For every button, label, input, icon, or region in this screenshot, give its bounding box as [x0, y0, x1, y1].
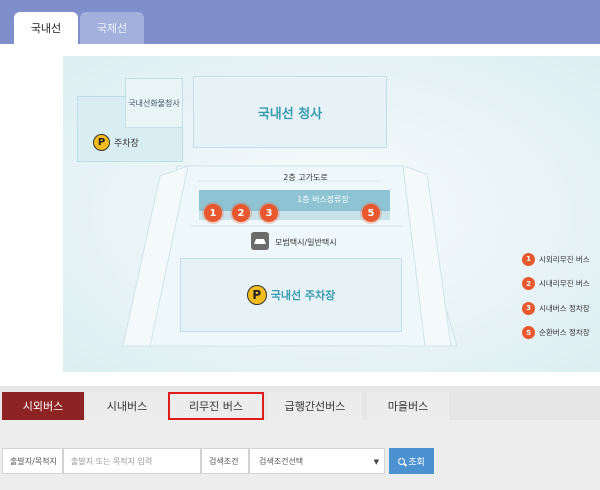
search-bar: 출발지/목적지 검색조건 검색조건선택 ▼ 조회: [0, 420, 600, 490]
bus-info-page: 국내선 국제선 국내선화물청사 국내선화물청사: [0, 0, 600, 490]
legend-item: 5 순환버스 정차장: [522, 326, 600, 339]
domestic-terminal-building: 국내선 청사: [193, 76, 387, 148]
small-parking-sign: P 주차장: [93, 134, 139, 151]
map-legend: 1 시외리무진 버스 2 시내리무진 버스 3 시내버스 정차장 5 순환버스 …: [522, 252, 600, 351]
tab-domestic[interactable]: 국내선: [14, 12, 78, 44]
search-button-label: 조회: [408, 457, 425, 468]
legend-marker: 5: [522, 326, 535, 339]
bus-stop-floor1-label: 1층 버스정류장: [297, 195, 349, 204]
tab-express-trunk-bus[interactable]: 급행간선버스: [268, 392, 362, 420]
overpass-label: 2층 고가도로: [283, 173, 328, 182]
legend-label: 순환버스 정차장: [539, 328, 590, 337]
legend-marker: 2: [522, 277, 535, 290]
terminal-map: 국내선화물청사 국내선화물청사 P 주차장 국내선 청사 2층 고가도로 1층 …: [63, 56, 600, 372]
terminal-tab-bar: 국내선 국제선: [0, 0, 600, 44]
legend-item: 2 시내리무진 버스: [522, 277, 600, 290]
taxi-label: 모범택시/일반택시: [275, 238, 337, 247]
tab-city-bus[interactable]: 시내버스: [86, 392, 168, 420]
legend-label: 시내버스 정차장: [539, 303, 590, 313]
route-field-label: 출발지/목적지: [2, 448, 63, 474]
tab-village-bus[interactable]: 마을버스: [367, 392, 449, 420]
domestic-terminal-label: 국내선 청사: [257, 106, 323, 122]
condition-field-label: 검색조건: [201, 448, 249, 474]
tab-limousine-bus[interactable]: 리무진 버스: [168, 392, 264, 420]
legend-marker: 3: [522, 301, 535, 315]
caret-down-icon: ▼: [373, 458, 379, 466]
search-icon: [398, 457, 406, 465]
condition-select[interactable]: 검색조건선택 ▼: [249, 448, 385, 474]
small-parking-label: 주차장: [114, 139, 139, 149]
bus-type-tabs: 시외버스 시내버스 리무진 버스 급행간선버스 마을버스: [0, 386, 600, 420]
stop-marker-5[interactable]: 5: [362, 204, 380, 222]
stop-marker-2[interactable]: 2: [232, 204, 250, 222]
parking-icon: P: [93, 134, 110, 151]
tab-intercity-bus[interactable]: 시외버스: [2, 392, 84, 420]
tab-international[interactable]: 국제선: [80, 12, 144, 44]
stop-marker-3[interactable]: 3: [260, 204, 278, 222]
stop-marker-1[interactable]: 1: [204, 204, 222, 222]
legend-item: 1 시외리무진 버스: [522, 252, 600, 266]
condition-select-value: 검색조건선택: [259, 456, 304, 466]
cargo-terminal-building-front: 국내선화물청사: [125, 78, 183, 128]
cargo-terminal-label-front: 국내선화물청사: [128, 98, 180, 108]
legend-label: 시외리무진 버스: [539, 254, 590, 264]
search-button[interactable]: 조회: [389, 448, 434, 474]
legend-item: 3 시내버스 정차장: [522, 301, 600, 315]
domestic-parking-area: P 국내선 주차장: [180, 258, 402, 332]
legend-label: 시내리무진 버스: [539, 279, 590, 288]
legend-marker: 1: [522, 252, 535, 266]
parking-icon: P: [246, 285, 267, 305]
route-input[interactable]: [63, 448, 201, 474]
domestic-parking-label: 국내선 주차장: [270, 289, 336, 302]
